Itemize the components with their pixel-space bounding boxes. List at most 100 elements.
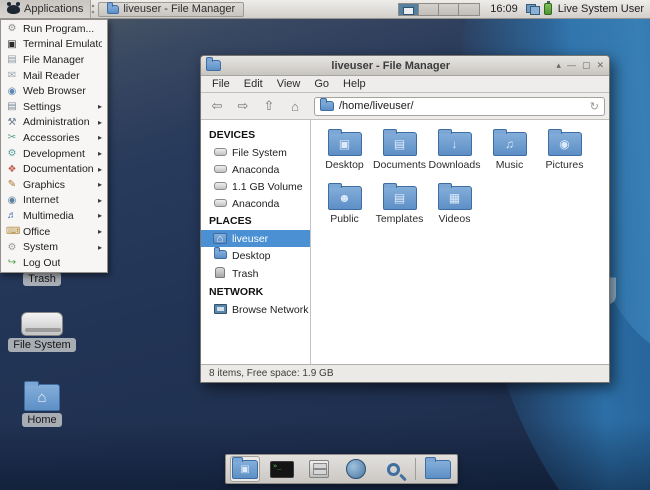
maximize-button[interactable]: ▢ bbox=[582, 60, 591, 71]
workspace-2[interactable] bbox=[419, 4, 439, 15]
desktop-icon-file-system[interactable]: File System bbox=[0, 312, 84, 352]
user-label[interactable]: Live System User bbox=[558, 3, 644, 15]
menu-help[interactable]: Help bbox=[336, 78, 373, 90]
menu-item-run-program[interactable]: ⚙ Run Program... bbox=[1, 21, 107, 37]
taskbar-folder-icon bbox=[107, 5, 119, 14]
folder-pictures[interactable]: ◉ Pictures bbox=[537, 132, 592, 182]
workspace-switcher[interactable] bbox=[398, 3, 480, 16]
sidebar-item-browse-network[interactable]: Browse Network bbox=[201, 301, 310, 319]
reload-icon[interactable]: ↻ bbox=[590, 100, 599, 113]
battery-tray-icon[interactable] bbox=[544, 3, 552, 15]
submenu-arrow-icon: ▸ bbox=[98, 118, 102, 127]
desktop-icon-label: Home bbox=[22, 413, 61, 427]
applications-button[interactable]: Applications bbox=[0, 0, 91, 18]
mail-icon: ✉ bbox=[6, 70, 18, 81]
menu-view[interactable]: View bbox=[270, 78, 308, 90]
taskbar-button[interactable]: liveuser - File Manager bbox=[98, 2, 244, 17]
menu-item-graphics[interactable]: ✎ Graphics ▸ bbox=[1, 177, 107, 193]
menu-item-file-manager[interactable]: ▤ File Manager bbox=[1, 52, 107, 68]
sidebar-item-anaconda-1[interactable]: Anaconda bbox=[201, 161, 310, 178]
folder-templates[interactable]: ▤ Templates bbox=[372, 186, 427, 236]
menu-item-terminal-emulator[interactable]: ▣ Terminal Emulator bbox=[1, 37, 107, 53]
menu-item-log-out[interactable]: ↪ Log Out bbox=[1, 255, 107, 271]
workspace-3[interactable] bbox=[439, 4, 459, 15]
sidebar-item-anaconda-2[interactable]: Anaconda bbox=[201, 195, 310, 212]
graphics-icon: ✎ bbox=[6, 179, 18, 190]
minimize-button[interactable]: — bbox=[567, 60, 576, 71]
dock-search[interactable] bbox=[378, 456, 408, 482]
sidebar-item-liveuser[interactable]: ⌂ liveuser bbox=[201, 230, 310, 247]
network-tray-icon[interactable] bbox=[526, 4, 540, 15]
window-title: liveuser - File Manager bbox=[225, 60, 556, 72]
dock-terminal[interactable]: »_ bbox=[267, 456, 297, 482]
menu-file[interactable]: File bbox=[205, 78, 237, 90]
forward-button[interactable]: ⇨ bbox=[231, 96, 255, 117]
folder-public[interactable]: ☻ Public bbox=[317, 186, 372, 236]
menu-item-office[interactable]: ⌨ Office ▸ bbox=[1, 224, 107, 240]
dock-desktop-folder[interactable]: ▣ bbox=[230, 456, 260, 482]
folder-videos[interactable]: ▦ Videos bbox=[427, 186, 482, 236]
system-icon: ⚙ bbox=[6, 242, 18, 253]
drive-icon bbox=[213, 164, 227, 176]
path-bar[interactable]: /home/liveuser/ ↻ bbox=[314, 97, 605, 116]
folder-documents[interactable]: ▤ Documents bbox=[372, 132, 427, 182]
menu-item-system[interactable]: ⚙ System ▸ bbox=[1, 239, 107, 255]
folder-desktop[interactable]: ▣ Desktop bbox=[317, 132, 372, 182]
workspace-4[interactable] bbox=[459, 4, 479, 15]
submenu-arrow-icon: ▸ bbox=[98, 133, 102, 142]
menu-item-internet[interactable]: ◉ Internet ▸ bbox=[1, 193, 107, 209]
folder-icon: ▦ bbox=[438, 186, 472, 210]
trash-icon bbox=[213, 267, 227, 281]
close-button[interactable]: ✕ bbox=[596, 60, 604, 71]
up-button[interactable]: ⇧ bbox=[257, 96, 281, 117]
menu-item-multimedia[interactable]: ♬ Multimedia ▸ bbox=[1, 208, 107, 224]
menu-item-web-browser[interactable]: ◉ Web Browser bbox=[1, 83, 107, 99]
folder-icon: ↓ bbox=[438, 132, 472, 156]
menu-item-settings[interactable]: ▤ Settings ▸ bbox=[1, 99, 107, 115]
shade-button[interactable]: ▴ bbox=[556, 60, 561, 71]
terminal-icon: ▣ bbox=[6, 39, 18, 50]
home-button[interactable]: ⌂ bbox=[283, 96, 307, 117]
back-button[interactable]: ⇦ bbox=[205, 96, 229, 117]
folder-music[interactable]: ♫ Music bbox=[482, 132, 537, 182]
sidebar-item-file-system[interactable]: File System bbox=[201, 144, 310, 161]
file-list: ▣ Desktop ▤ Documents ↓ Downloads ♫ Musi… bbox=[311, 120, 609, 364]
development-icon: ⚙ bbox=[6, 148, 18, 159]
menu-item-documentation[interactable]: ❖ Documentation ▸ bbox=[1, 161, 107, 177]
submenu-arrow-icon: ▸ bbox=[98, 165, 102, 174]
sidebar-item-trash[interactable]: Trash bbox=[201, 264, 310, 283]
dock-web-browser[interactable] bbox=[341, 456, 371, 482]
administration-icon: ⚒ bbox=[6, 117, 18, 128]
menu-item-accessories[interactable]: ✂ Accessories ▸ bbox=[1, 130, 107, 146]
menu-go[interactable]: Go bbox=[307, 78, 336, 90]
sidebar-header-places: PLACES bbox=[201, 212, 310, 230]
menu-item-mail-reader[interactable]: ✉ Mail Reader bbox=[1, 68, 107, 84]
workspace-1[interactable] bbox=[399, 4, 419, 15]
menu-edit[interactable]: Edit bbox=[237, 78, 270, 90]
sidebar-item-desktop[interactable]: Desktop bbox=[201, 247, 310, 264]
path-text[interactable]: /home/liveuser/ bbox=[339, 100, 585, 112]
folder-icon: ♫ bbox=[493, 132, 527, 156]
folder-downloads[interactable]: ↓ Downloads bbox=[427, 132, 482, 182]
desktop-icon-home[interactable]: ⌂ Home bbox=[0, 384, 84, 427]
dock-file-cabinet[interactable] bbox=[304, 456, 334, 482]
internet-icon: ◉ bbox=[6, 195, 18, 206]
dock-folder[interactable] bbox=[423, 456, 453, 482]
sidebar-item-volume[interactable]: 1.1 GB Volume bbox=[201, 178, 310, 195]
status-bar: 8 items, Free space: 1.9 GB bbox=[201, 364, 609, 382]
window-titlebar[interactable]: liveuser - File Manager ▴ — ▢ ✕ bbox=[201, 56, 609, 76]
file-manager-icon: ▤ bbox=[6, 54, 18, 65]
menu-item-development[interactable]: ⚙ Development ▸ bbox=[1, 146, 107, 162]
submenu-arrow-icon: ▸ bbox=[98, 211, 102, 220]
folder-icon bbox=[213, 250, 227, 262]
log-out-icon: ↪ bbox=[6, 257, 18, 268]
submenu-arrow-icon: ▸ bbox=[98, 227, 102, 236]
clock[interactable]: 16:09 bbox=[490, 3, 518, 15]
sidebar-header-devices: DEVICES bbox=[201, 126, 310, 144]
multimedia-icon: ♬ bbox=[6, 210, 18, 221]
menu-item-administration[interactable]: ⚒ Administration ▸ bbox=[1, 115, 107, 131]
drive-icon bbox=[213, 147, 227, 159]
submenu-arrow-icon: ▸ bbox=[98, 243, 102, 252]
bottom-dock: ▣ »_ bbox=[225, 454, 458, 484]
file-cabinet-icon bbox=[309, 460, 329, 478]
